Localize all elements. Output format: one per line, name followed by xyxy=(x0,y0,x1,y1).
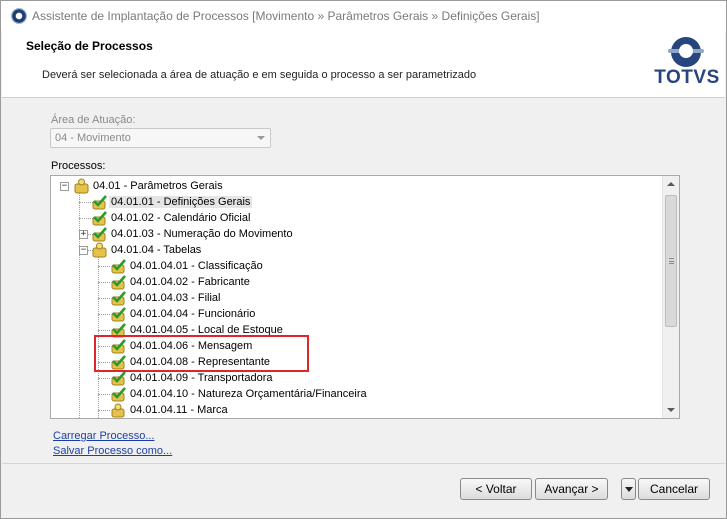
tree-node-label: 04.01.04.10 - Natureza Orçamentária/Fina… xyxy=(130,388,367,400)
tree-node-label: 04.01.04.09 - Transportadora xyxy=(130,372,273,384)
process-tree[interactable]: − + − 04.01 - Parâmetros Gerais 04.01.01… xyxy=(50,175,680,419)
tree-node-tabelas[interactable]: 04.01.04 - Tabelas xyxy=(91,242,203,258)
grip-icon xyxy=(669,258,674,264)
load-process-link[interactable]: Carregar Processo... xyxy=(53,430,154,442)
checked-process-icon xyxy=(110,370,128,386)
processes-label: Processos: xyxy=(51,160,106,172)
tree-line xyxy=(98,314,110,315)
checked-process-icon xyxy=(110,306,128,322)
cancel-button[interactable]: Cancelar xyxy=(638,478,710,500)
tree-line xyxy=(98,394,110,395)
tree-node-filial[interactable]: 04.01.04.03 - Filial xyxy=(110,290,223,306)
area-select[interactable]: 04 - Movimento xyxy=(50,128,271,148)
page-title: Seleção de Processos xyxy=(26,39,153,53)
checked-process-icon xyxy=(91,226,109,242)
scroll-down-button[interactable] xyxy=(663,402,679,418)
title-bar: Assistente de Implantação de Processos [… xyxy=(1,1,726,31)
options-menu-button[interactable] xyxy=(621,478,636,500)
tree-node-marca[interactable]: 04.01.04.11 - Marca xyxy=(110,402,230,418)
checked-process-icon xyxy=(91,210,109,226)
tree-line xyxy=(98,298,110,299)
process-tree-content: − + − 04.01 - Parâmetros Gerais 04.01.01… xyxy=(51,176,663,418)
tree-node-transportadora[interactable]: 04.01.04.09 - Transportadora xyxy=(110,370,274,386)
tree-node-label: 04.01 - Parâmetros Gerais xyxy=(93,180,223,192)
area-select-value: 04 - Movimento xyxy=(55,132,131,144)
tree-node-definicoes-gerais[interactable]: 04.01.01 - Definições Gerais xyxy=(91,194,253,210)
tree-scrollbar[interactable] xyxy=(662,176,679,418)
tree-line xyxy=(98,282,110,283)
folder-process-icon xyxy=(73,178,91,194)
scroll-up-button[interactable] xyxy=(663,176,679,192)
footer-divider xyxy=(2,463,725,464)
tree-node-label: 04.01.01 - Definições Gerais xyxy=(109,196,253,208)
wizard-window: Assistente de Implantação de Processos [… xyxy=(0,0,727,519)
app-icon xyxy=(11,8,27,24)
tree-node-label: 04.01.04.03 - Filial xyxy=(130,292,221,304)
scroll-thumb[interactable] xyxy=(665,195,677,327)
tree-node-calendario-oficial[interactable]: 04.01.02 - Calendário Oficial xyxy=(91,210,252,226)
totvs-logo: TOTVS xyxy=(653,37,721,95)
pending-process-icon xyxy=(110,402,128,418)
tree-node-fabricante[interactable]: 04.01.04.02 - Fabricante xyxy=(110,274,252,290)
checked-process-icon xyxy=(110,258,128,274)
tree-node-label: 04.01.04.02 - Fabricante xyxy=(130,276,250,288)
tree-node-label: 04.01.04.01 - Classificação xyxy=(130,260,263,272)
tree-node-label: 04.01.04 - Tabelas xyxy=(111,244,202,256)
page-description: Deverá ser selecionada a área de atuação… xyxy=(42,69,477,81)
tree-node-classificacao[interactable]: 04.01.04.01 - Classificação xyxy=(110,258,265,274)
arrow-up-icon xyxy=(667,182,675,186)
tree-line xyxy=(98,378,110,379)
tree-node-label: 04.01.04.04 - Funcionário xyxy=(130,308,256,320)
totvs-logo-mark-icon xyxy=(668,37,704,67)
folder-process-icon xyxy=(91,242,109,258)
checked-process-icon xyxy=(110,274,128,290)
collapse-toggle-icon[interactable]: − xyxy=(79,246,88,255)
tree-node-label: 04.01.04.11 - Marca xyxy=(130,404,228,416)
tree-node-label: 04.01.02 - Calendário Oficial xyxy=(111,212,251,224)
tree-line xyxy=(79,190,80,418)
wizard-header: Seleção de Processos Deverá ser selecion… xyxy=(2,31,725,98)
save-process-link[interactable]: Salvar Processo como... xyxy=(53,445,172,457)
area-label: Área de Atuação: xyxy=(51,114,136,126)
tree-node-funcionario[interactable]: 04.01.04.04 - Funcionário xyxy=(110,306,257,322)
highlight-annotation xyxy=(94,335,309,372)
chevron-down-icon xyxy=(257,136,265,140)
tree-line xyxy=(98,410,110,411)
totvs-logo-text: TOTVS xyxy=(654,67,720,88)
next-button[interactable]: Avançar > xyxy=(535,478,608,500)
arrow-down-icon xyxy=(667,408,675,412)
checked-process-icon xyxy=(91,194,109,210)
tree-line xyxy=(98,266,110,267)
tree-node-numeracao-movimento[interactable]: 04.01.03 - Numeração do Movimento xyxy=(91,226,295,242)
checked-process-icon xyxy=(110,386,128,402)
expand-toggle-icon[interactable]: + xyxy=(79,230,88,239)
collapse-toggle-icon[interactable]: − xyxy=(60,182,69,191)
window-title: Assistente de Implantação de Processos [… xyxy=(32,9,540,23)
dropdown-arrow-icon xyxy=(625,487,633,492)
back-button[interactable]: < Voltar xyxy=(460,478,532,500)
tree-node-label: 04.01.03 - Numeração do Movimento xyxy=(111,228,293,240)
tree-node-natureza-orcamentaria[interactable]: 04.01.04.10 - Natureza Orçamentária/Fina… xyxy=(110,386,369,402)
checked-process-icon xyxy=(110,290,128,306)
tree-node-parametros-gerais[interactable]: 04.01 - Parâmetros Gerais xyxy=(73,178,225,194)
tree-line xyxy=(98,330,110,331)
